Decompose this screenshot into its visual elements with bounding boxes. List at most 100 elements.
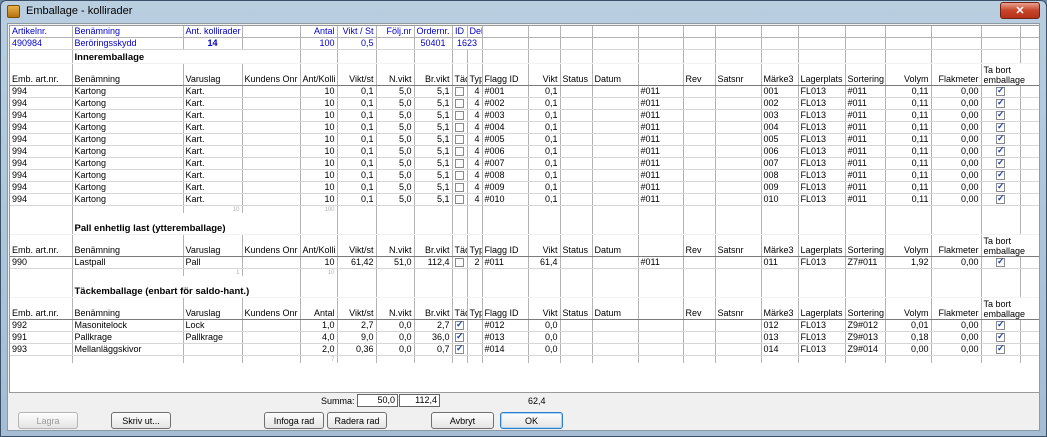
data-cell[interactable]: 0,1 xyxy=(337,145,377,158)
data-cell[interactable]: 5,1 xyxy=(414,181,453,194)
delete-row-button[interactable]: Radera rad xyxy=(327,412,387,429)
data-cell[interactable]: #001 xyxy=(482,85,529,98)
data-cell[interactable]: 001 xyxy=(761,85,799,98)
data-cell[interactable]: Kart. xyxy=(183,85,243,98)
data-cell[interactable]: 992 xyxy=(10,319,73,332)
remove-checkbox-cell[interactable] xyxy=(981,157,1021,170)
data-cell[interactable]: 5,0 xyxy=(376,97,415,110)
data-cell[interactable]: #004 xyxy=(482,121,529,134)
data-cell[interactable]: #011 xyxy=(482,256,529,269)
cell[interactable] xyxy=(242,37,301,50)
cell[interactable] xyxy=(1020,37,1039,50)
print-button[interactable]: Skriv ut... xyxy=(111,412,171,429)
cell[interactable] xyxy=(482,37,529,50)
data-cell[interactable] xyxy=(592,157,639,170)
data-cell[interactable] xyxy=(592,109,639,122)
data-cell[interactable]: 0,1 xyxy=(337,157,377,170)
data-cell[interactable]: #011 xyxy=(845,145,886,158)
data-cell[interactable]: 2,0 xyxy=(300,343,338,356)
data-cell[interactable]: 0,11 xyxy=(885,181,932,194)
data-cell[interactable] xyxy=(560,319,593,332)
data-cell[interactable]: 0,00 xyxy=(931,319,982,332)
data-cell[interactable] xyxy=(560,157,593,170)
data-cell[interactable] xyxy=(242,97,301,110)
tack-checkbox[interactable] xyxy=(455,332,464,343)
data-cell[interactable]: #002 xyxy=(482,97,529,110)
remove-checkbox-cell[interactable] xyxy=(981,145,1021,158)
data-cell[interactable]: 994 xyxy=(10,181,73,194)
data-cell[interactable] xyxy=(715,169,762,182)
data-cell[interactable]: 007 xyxy=(761,157,799,170)
data-cell[interactable] xyxy=(560,343,593,356)
data-cell[interactable]: 013 xyxy=(761,331,799,344)
tack-checkbox-cell[interactable] xyxy=(452,121,468,134)
data-cell[interactable]: 1,92 xyxy=(885,256,932,269)
data-cell[interactable] xyxy=(683,97,716,110)
header-value-benamning[interactable]: Beröringsskydd xyxy=(72,37,184,50)
tack-checkbox[interactable] xyxy=(455,111,464,121)
tack-checkbox[interactable] xyxy=(455,99,464,109)
data-cell[interactable]: 0,0 xyxy=(376,319,415,332)
tack-checkbox-cell[interactable] xyxy=(452,157,468,170)
data-cell[interactable]: 0,1 xyxy=(528,109,561,122)
data-cell[interactable] xyxy=(683,145,716,158)
tack-checkbox[interactable] xyxy=(455,123,464,133)
data-cell[interactable]: #011 xyxy=(638,133,684,146)
emballage-grid[interactable]: Artikelnr. Benämning Ant. kollirader Antal V… xyxy=(9,25,1040,393)
remove-checkbox[interactable] xyxy=(996,134,1005,145)
data-cell[interactable]: Lock xyxy=(183,319,243,332)
data-cell[interactable]: 0,0 xyxy=(528,319,561,332)
data-cell[interactable]: 0,1 xyxy=(337,133,377,146)
data-cell[interactable] xyxy=(242,133,301,146)
data-cell[interactable] xyxy=(592,256,639,269)
data-cell[interactable]: 0,00 xyxy=(931,256,982,269)
data-cell[interactable]: Kartong xyxy=(72,133,184,146)
data-cell[interactable] xyxy=(560,169,593,182)
data-cell[interactable]: Kartong xyxy=(72,181,184,194)
data-cell[interactable]: Kart. xyxy=(183,97,243,110)
data-cell[interactable]: FL013 xyxy=(798,97,846,110)
data-cell[interactable] xyxy=(560,133,593,146)
data-cell[interactable]: 0,11 xyxy=(885,85,932,98)
data-cell[interactable]: #011 xyxy=(638,256,684,269)
data-cell[interactable]: 4 xyxy=(467,97,483,110)
data-cell[interactable]: 61,4 xyxy=(528,256,561,269)
data-cell[interactable]: 0,1 xyxy=(528,181,561,194)
data-cell[interactable]: 4 xyxy=(467,193,483,206)
data-cell[interactable]: #009 xyxy=(482,181,529,194)
data-cell[interactable] xyxy=(683,193,716,206)
data-cell[interactable]: FL013 xyxy=(798,256,846,269)
data-cell[interactable]: 1,0 xyxy=(300,319,338,332)
cell[interactable] xyxy=(798,37,846,50)
data-cell[interactable]: 0,1 xyxy=(528,85,561,98)
cell[interactable] xyxy=(715,37,762,50)
data-cell[interactable]: 10 xyxy=(300,109,338,122)
data-cell[interactable] xyxy=(560,97,593,110)
data-cell[interactable]: 10 xyxy=(300,133,338,146)
data-cell[interactable] xyxy=(638,343,684,356)
data-cell[interactable]: FL013 xyxy=(798,319,846,332)
title-bar[interactable]: Emballage - kollirader ✕ xyxy=(1,1,1046,21)
data-cell[interactable]: 010 xyxy=(761,193,799,206)
data-cell[interactable]: 5,1 xyxy=(414,169,453,182)
cell[interactable] xyxy=(592,37,639,50)
data-cell[interactable] xyxy=(592,97,639,110)
data-cell[interactable]: Kartong xyxy=(72,157,184,170)
data-cell[interactable] xyxy=(715,256,762,269)
header-value-id[interactable]: 1623 xyxy=(452,37,483,50)
data-cell[interactable] xyxy=(715,157,762,170)
data-cell[interactable] xyxy=(592,133,639,146)
data-cell[interactable]: 994 xyxy=(10,169,73,182)
data-cell[interactable]: 5,0 xyxy=(376,133,415,146)
data-cell[interactable]: 0,00 xyxy=(931,109,982,122)
data-cell[interactable] xyxy=(592,121,639,134)
data-cell[interactable]: 994 xyxy=(10,85,73,98)
data-cell[interactable]: 0,00 xyxy=(931,145,982,158)
data-cell[interactable]: 0,00 xyxy=(931,85,982,98)
data-cell[interactable] xyxy=(638,319,684,332)
data-cell[interactable]: 0,1 xyxy=(528,145,561,158)
data-cell[interactable]: 51,0 xyxy=(376,256,415,269)
data-cell[interactable]: 10 xyxy=(300,121,338,134)
data-cell[interactable] xyxy=(715,319,762,332)
data-cell[interactable] xyxy=(638,331,684,344)
